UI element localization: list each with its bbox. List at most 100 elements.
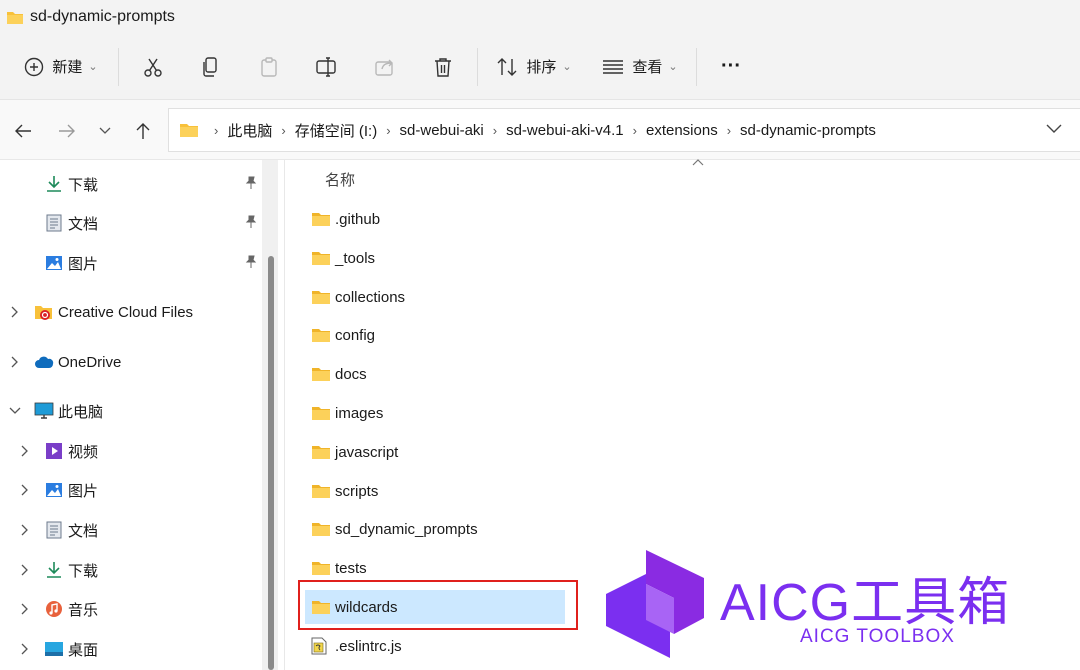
expand-chevron-icon[interactable]: [18, 444, 32, 458]
watermark-subtitle: AICG TOOLBOX: [800, 626, 955, 647]
pin-icon[interactable]: [244, 215, 258, 229]
file-row[interactable]: .github: [305, 202, 565, 236]
pane-divider[interactable]: [284, 160, 285, 670]
rename-button[interactable]: [309, 47, 345, 87]
arrow-right-icon: [59, 124, 75, 138]
breadcrumb-sd-dynamic-prompts[interactable]: sd-dynamic-prompts: [740, 122, 876, 139]
folder-icon: [311, 521, 331, 537]
expand-chevron-icon[interactable]: [18, 523, 32, 537]
cut-button[interactable]: [135, 47, 171, 87]
expand-chevron-icon[interactable]: [18, 483, 32, 497]
download-icon: [44, 174, 64, 194]
sidebar-item-pictures[interactable]: 图片: [44, 245, 98, 281]
sidebar-item-onedrive[interactable]: OneDrive: [34, 344, 121, 380]
file-row[interactable]: _tools: [305, 241, 565, 275]
share-button[interactable]: [367, 47, 403, 87]
sidebar-item-label: 文档: [68, 522, 99, 540]
arrow-up-icon: [136, 123, 150, 139]
sidebar-item-desktop[interactable]: 桌面: [44, 631, 98, 667]
recent-locations-button[interactable]: [90, 116, 120, 146]
file-name: javascript: [335, 443, 399, 461]
breadcrumb-extensions[interactable]: extensions: [646, 122, 718, 139]
expand-chevron-icon[interactable]: [18, 642, 32, 656]
view-list-icon: [603, 59, 624, 74]
file-name: sd_dynamic_prompts: [335, 520, 478, 538]
forward-button[interactable]: [52, 116, 82, 146]
paste-button[interactable]: [251, 47, 287, 87]
breadcrumb-this-pc[interactable]: 此电脑: [227, 120, 272, 141]
scissors-icon: [144, 58, 162, 77]
file-row[interactable]: javascript: [305, 435, 565, 469]
folder-icon: [180, 124, 198, 137]
aicg-logo-icon: [606, 550, 704, 658]
document-icon: [44, 213, 64, 233]
expand-chevron-icon[interactable]: [18, 563, 32, 577]
copy-button[interactable]: [193, 47, 229, 87]
sidebar-scrollbar-thumb[interactable]: [268, 256, 274, 670]
file-name: docs: [335, 365, 367, 383]
pin-icon[interactable]: [244, 176, 258, 190]
command-bar: 新建 ⌄ 排序 ⌄ 查看 ⌄ ···: [0, 34, 1080, 100]
sidebar-item-label: 文档: [68, 215, 99, 233]
column-header-name[interactable]: 名称: [325, 169, 355, 190]
sidebar-item-creative-cloud[interactable]: Creative Cloud Files: [34, 294, 193, 330]
address-bar[interactable]: › 此电脑 › 存储空间 (I:) › sd-webui-aki › sd-we…: [168, 108, 1080, 152]
more-icon: ···: [721, 55, 741, 77]
file-row[interactable]: .eslintrc.js: [305, 629, 565, 663]
separator: [477, 47, 478, 86]
file-row[interactable]: scripts: [305, 474, 565, 508]
expand-chevron-icon[interactable]: [8, 305, 22, 319]
file-row[interactable]: collections: [305, 280, 565, 314]
share-icon: [375, 59, 393, 76]
breadcrumb-separator: ›: [492, 122, 498, 138]
file-row[interactable]: sd_dynamic_prompts: [305, 512, 565, 546]
folder-icon: [311, 289, 331, 305]
sort-button[interactable]: 排序 ⌄: [494, 47, 574, 87]
back-button[interactable]: [8, 116, 38, 146]
more-button[interactable]: ···: [713, 47, 749, 87]
folder-icon: [311, 444, 331, 460]
plus-circle-icon: [25, 57, 44, 76]
folder-icon: [311, 405, 331, 421]
sidebar-item-label: 此电脑: [58, 403, 104, 421]
file-row[interactable]: docs: [305, 357, 565, 391]
file-row[interactable]: config: [305, 318, 565, 352]
address-history-button[interactable]: [1046, 121, 1062, 138]
cloud-icon: [34, 352, 54, 372]
up-button[interactable]: [128, 116, 158, 146]
sidebar-item-label: 图片: [68, 482, 99, 500]
file-name: tests: [335, 559, 367, 577]
sidebar-item-music[interactable]: 音乐: [44, 591, 98, 627]
trash-icon: [435, 57, 451, 77]
file-row[interactable]: images: [305, 396, 565, 430]
view-button[interactable]: 查看 ⌄: [600, 47, 680, 87]
sidebar-item-downloads[interactable]: 下载: [44, 166, 98, 202]
sidebar-item-videos[interactable]: 视频: [44, 433, 98, 469]
breadcrumb-drive[interactable]: 存储空间 (I:): [295, 120, 378, 141]
pin-icon[interactable]: [244, 255, 258, 269]
expand-chevron-icon[interactable]: [8, 355, 22, 369]
folder-icon: [7, 12, 23, 24]
breadcrumb-sd-webui-aki[interactable]: sd-webui-aki: [400, 122, 484, 139]
file-name: _tools: [335, 249, 376, 267]
sidebar-item-this-pc[interactable]: 此电脑: [34, 393, 103, 429]
sidebar-item-pc-downloads[interactable]: 下载: [44, 552, 98, 588]
javascript-file-icon: [311, 637, 331, 655]
expand-chevron-icon[interactable]: [18, 602, 32, 616]
separator: [696, 47, 697, 86]
new-button[interactable]: 新建 ⌄: [20, 47, 102, 87]
sidebar-item-documents[interactable]: 文档: [44, 205, 98, 241]
sidebar-item-label: 图片: [68, 255, 99, 273]
copy-icon: [203, 56, 217, 77]
computer-icon: [34, 401, 54, 421]
creative-cloud-folder-icon: [34, 302, 54, 322]
breadcrumb-separator: ›: [281, 122, 286, 138]
music-icon: [44, 599, 64, 619]
delete-button[interactable]: [425, 47, 461, 87]
sidebar-item-label: 下载: [68, 176, 99, 194]
sidebar-item-pc-documents[interactable]: 文档: [44, 512, 98, 548]
folder-icon: [311, 250, 331, 266]
breadcrumb-sd-webui-aki-v41[interactable]: sd-webui-aki-v4.1: [506, 122, 624, 139]
sidebar-item-pc-pictures[interactable]: 图片: [44, 472, 98, 508]
collapse-chevron-icon[interactable]: [8, 404, 22, 418]
